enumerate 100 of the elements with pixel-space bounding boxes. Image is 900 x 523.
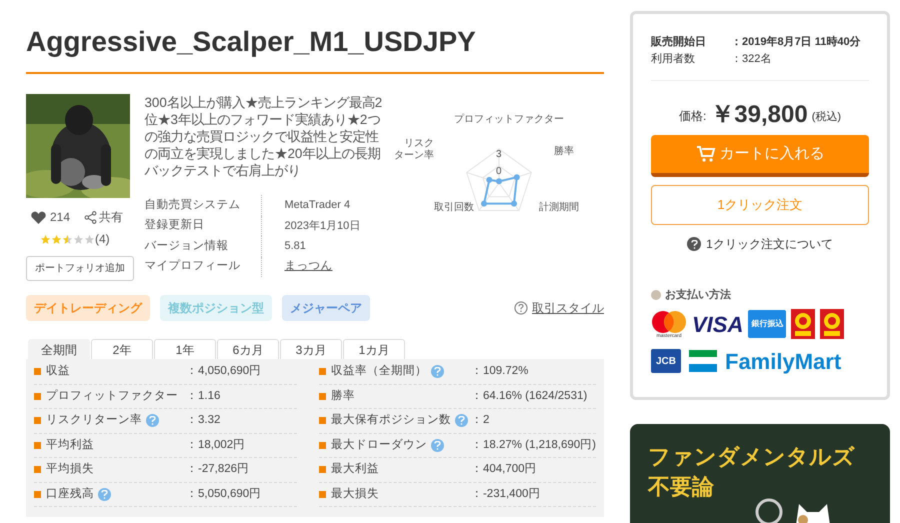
stat-value: ：2 (470, 413, 490, 428)
familymart-stripes-icon (689, 349, 717, 373)
info-label: 登録更新日 (144, 216, 262, 236)
bullet-icon (318, 392, 326, 400)
radar-axis-label: プロフィットファクター (454, 114, 564, 126)
stat-label: 最大ドローダウン (330, 438, 427, 453)
bullet-icon (318, 490, 326, 498)
bullet-icon (34, 442, 41, 449)
bullet-icon (318, 466, 326, 474)
info-label: バージョン情報 (144, 236, 262, 256)
stat-value: ：18.27% (1,218,690円) (470, 438, 596, 453)
sale-label: 販売開始日 (651, 34, 707, 50)
star-icon (62, 234, 73, 244)
sale-value: ：322名 (731, 52, 772, 68)
stat-label: 最大利益 (330, 462, 379, 478)
banner-text: 不要論 (648, 473, 715, 502)
stat-value: ：404,700円 (470, 462, 537, 478)
bullet-icon (34, 417, 41, 424)
stat-label: 平均利益 (46, 438, 94, 453)
period-tab[interactable]: 6カ月 (217, 339, 279, 359)
stat-label: 収益 (46, 364, 70, 380)
sale-value: ：2019年8月7日 11時40分 (731, 34, 861, 50)
portfolio-button[interactable]: ポートフォリオ追加 (26, 256, 134, 281)
cart-icon (696, 145, 716, 163)
one-click-info-link[interactable]: 1クリック注文について (706, 235, 833, 253)
help-icon (687, 237, 702, 251)
bullet-icon (318, 442, 326, 449)
payment-logo-icon (820, 309, 844, 339)
tag: 複数ポジション型 (160, 295, 272, 321)
stat-label: プロフィットファクター (46, 388, 178, 404)
jcb-logo: JCB (651, 349, 681, 373)
radar-axis-label: 取引回数 (434, 202, 474, 214)
sale-label: 利用者数 (651, 52, 696, 68)
help-icon[interactable] (430, 438, 444, 452)
tax-note: (税込) (812, 110, 842, 124)
stat-value: ：4,050,690円 (186, 364, 262, 380)
bullet-icon (318, 368, 326, 376)
familymart-logo: FamilyMart (725, 348, 842, 376)
stat-value: ：109.72% (470, 364, 528, 380)
star-icon (73, 234, 84, 244)
info-value: 2023年1月10日 (284, 218, 360, 234)
bullet-icon (34, 490, 41, 498)
page-title: Aggressive_Scalper_M1_USDJPY (26, 24, 604, 74)
radar-axis-label: 勝率 (554, 146, 574, 158)
help-icon (514, 301, 528, 315)
period-tab[interactable]: 1年 (154, 339, 216, 359)
radar-axis-label: 計測期間 (539, 202, 579, 214)
stat-value: ：18,002円 (186, 438, 246, 453)
period-tab[interactable]: 3カ月 (280, 339, 342, 359)
bullet-icon (651, 290, 661, 300)
bank-transfer-logo: 銀行振込 (748, 310, 786, 338)
info-value: MetaTrader 4 (284, 198, 350, 213)
heart-icon[interactable] (31, 210, 46, 224)
help-icon[interactable] (98, 488, 111, 501)
stat-label: 勝率 (330, 388, 355, 404)
radar-tick-label: 3 (496, 148, 502, 162)
profile-link[interactable]: まっつん (284, 258, 332, 276)
radar-axis-label: リスク ターン率 (394, 138, 434, 162)
help-icon[interactable] (146, 414, 159, 428)
star-icon (84, 234, 95, 244)
payment-logo-icon (791, 309, 816, 339)
stat-label: 口座残高 (46, 486, 94, 502)
share-button[interactable]: 共有 (84, 208, 124, 226)
price-label: 価格: (678, 108, 706, 125)
bullet-icon (34, 466, 41, 474)
period-tab[interactable]: 全期間 (28, 339, 90, 359)
star-icon (51, 234, 62, 244)
info-label: 自動売買システム (144, 195, 262, 216)
visa-logo: VISA (692, 310, 744, 338)
info-label: マイプロフィール (144, 256, 262, 277)
trading-style-link[interactable]: 取引スタイル (532, 299, 604, 317)
bullet-icon (318, 417, 326, 424)
period-tab[interactable]: 2年 (91, 339, 153, 359)
description: 300名以上が購入★売上ランキング最高2位★3年以上のフォワード実績あり★2つの強力な売買ロジックで収益性と安定性の両立を実現しました★20年以上の長期バックテストで右肩上がり (144, 94, 384, 179)
radar-tick-label: 0 (496, 165, 502, 179)
stat-label: 最大保有ポジション数 (330, 412, 451, 428)
help-icon[interactable] (454, 414, 468, 428)
period-tab[interactable]: 1カ月 (343, 339, 405, 359)
stat-value: ：1.16 (186, 388, 220, 404)
tag: メジャーペア (282, 295, 370, 321)
info-value: 5.81 (284, 239, 306, 254)
stat-value: ：3.32 (186, 413, 220, 428)
stat-label: 収益率（全期間） (330, 364, 427, 380)
stat-value: ：-27,826円 (186, 462, 250, 478)
stat-value: ：-231,400円 (470, 486, 540, 502)
banner-text: ファンダメンタルズ (648, 443, 856, 472)
stat-value: ：64.16% (1624/2531) (470, 388, 588, 404)
bullet-icon (34, 392, 41, 400)
share-icon (84, 210, 98, 224)
help-icon[interactable] (430, 365, 444, 378)
review-count: (4) (95, 231, 110, 248)
tag: デイトレーディング (26, 295, 150, 321)
stat-label: 最大損失 (330, 486, 379, 502)
payment-title: お支払い方法 (665, 288, 731, 303)
star-icon (40, 234, 51, 244)
like-count: 214 (50, 209, 70, 226)
stat-label: 平均損失 (46, 462, 94, 478)
stat-value: ：5,050,690円 (186, 486, 262, 502)
bullet-icon (34, 368, 41, 376)
stat-label: リスクリターン率 (46, 412, 142, 428)
